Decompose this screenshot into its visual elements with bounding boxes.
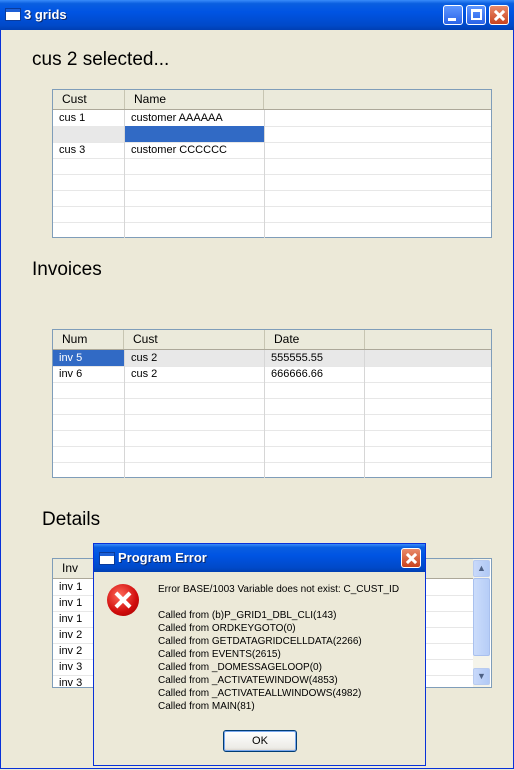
empty-row	[53, 398, 491, 415]
table-row-current[interactable]: inv 5 cus 2 555555.55	[53, 350, 491, 367]
table-row[interactable]: cus 1 customer AAAAAA	[53, 110, 491, 127]
empty-row	[53, 446, 491, 463]
grid-cell[interactable]: inv 2	[53, 627, 95, 643]
grid-cell[interactable]: inv 6	[53, 366, 125, 382]
empty-row	[53, 158, 491, 175]
maximize-button[interactable]	[466, 5, 486, 25]
close-button[interactable]	[489, 5, 509, 25]
stack-line: Called from _ACTIVATEWINDOW(4853)	[158, 675, 338, 686]
scroll-down-button[interactable]: ▼	[473, 668, 490, 685]
empty-row	[53, 222, 491, 238]
customers-grid-header: Cust Name	[53, 90, 491, 110]
empty-row	[53, 462, 491, 478]
details-label: Details	[42, 509, 101, 530]
grid-cell[interactable]	[53, 126, 125, 142]
table-row-selected[interactable]	[53, 126, 491, 143]
stack-line: Called from _ACTIVATEALLWINDOWS(4982)	[158, 688, 362, 699]
table-row[interactable]: inv 6 cus 2 666666.66	[53, 366, 491, 383]
window-icon	[99, 552, 115, 565]
empty-row	[53, 414, 491, 431]
grid-cell[interactable]: inv 3	[53, 659, 95, 675]
program-error-dialog: Program Error Error BASE/1003 Variable d…	[93, 543, 426, 766]
column-header-cust[interactable]: Cust	[53, 90, 125, 109]
stack-line: Called from _DOMESSAGELOOP(0)	[158, 662, 322, 673]
column-header-name[interactable]: Name	[125, 90, 264, 109]
column-header-inv[interactable]: Inv	[53, 559, 95, 578]
grid-cell-selected[interactable]: inv 5	[53, 350, 125, 366]
empty-row	[53, 382, 491, 399]
dialog-close-button[interactable]	[401, 548, 421, 568]
details-vertical-scrollbar[interactable]: ▲ ▼	[473, 559, 490, 687]
grid-cell[interactable]: inv 1	[53, 595, 95, 611]
grid-cell[interactable]: inv 1	[53, 579, 95, 595]
minimize-button[interactable]	[443, 5, 463, 25]
empty-row	[53, 190, 491, 207]
grid-cell[interactable]: cus 2	[125, 350, 265, 366]
invoices-label: Invoices	[32, 259, 102, 280]
title-bar[interactable]: 3 grids	[0, 0, 514, 30]
stack-line: Called from ORDKEYGOTO(0)	[158, 623, 296, 634]
error-icon	[107, 584, 139, 616]
column-header-date[interactable]: Date	[265, 330, 365, 349]
customers-selection-label: cus 2 selected...	[32, 49, 170, 70]
stack-line: Called from EVENTS(2615)	[158, 649, 281, 660]
stack-line: Called from (b)P_GRID1_DBL_CLI(143)	[158, 610, 337, 621]
grid-cell[interactable]: cus 3	[53, 142, 125, 158]
grid-cell[interactable]: inv 3	[53, 675, 95, 687]
invoices-grid-header: Num Cust Date	[53, 330, 491, 350]
column-header-num[interactable]: Num	[53, 330, 124, 349]
empty-row	[53, 174, 491, 191]
stack-line: Called from MAIN(81)	[158, 701, 255, 712]
empty-row	[53, 430, 491, 447]
grid-cell[interactable]: inv 2	[53, 643, 95, 659]
window-icon	[5, 8, 21, 21]
table-row[interactable]: cus 3 customer CCCCCC	[53, 142, 491, 159]
grid-cell[interactable]: 555555.55	[265, 350, 365, 366]
scroll-thumb[interactable]	[473, 578, 490, 656]
invoices-grid[interactable]: Num Cust Date inv 5 cus 2 555555.55 inv …	[52, 329, 492, 478]
window-title: 3 grids	[24, 7, 67, 22]
column-header-cust[interactable]: Cust	[124, 330, 265, 349]
grid-cell[interactable]: customer AAAAAA	[125, 110, 265, 126]
error-message: Error BASE/1003 Variable does not exist:…	[158, 584, 400, 595]
grid-cell[interactable]: cus 2	[125, 366, 265, 382]
dialog-title-bar[interactable]: Program Error	[94, 544, 425, 572]
grid-cell[interactable]: 666666.66	[265, 366, 365, 382]
grid-cell[interactable]: cus 1	[53, 110, 125, 126]
grid-cell[interactable]: inv 1	[53, 611, 95, 627]
grid-cell-selected[interactable]	[125, 126, 265, 142]
ok-button[interactable]: OK	[223, 730, 297, 752]
dialog-title: Program Error	[118, 550, 207, 565]
scroll-up-button[interactable]: ▲	[473, 560, 490, 577]
stack-line: Called from GETDATAGRIDCELLDATA(2266)	[158, 636, 362, 647]
grid-cell[interactable]: customer CCCCCC	[125, 142, 265, 158]
empty-row	[53, 206, 491, 223]
customers-grid[interactable]: Cust Name cus 1 customer AAAAAA cus 3 cu…	[52, 89, 492, 238]
